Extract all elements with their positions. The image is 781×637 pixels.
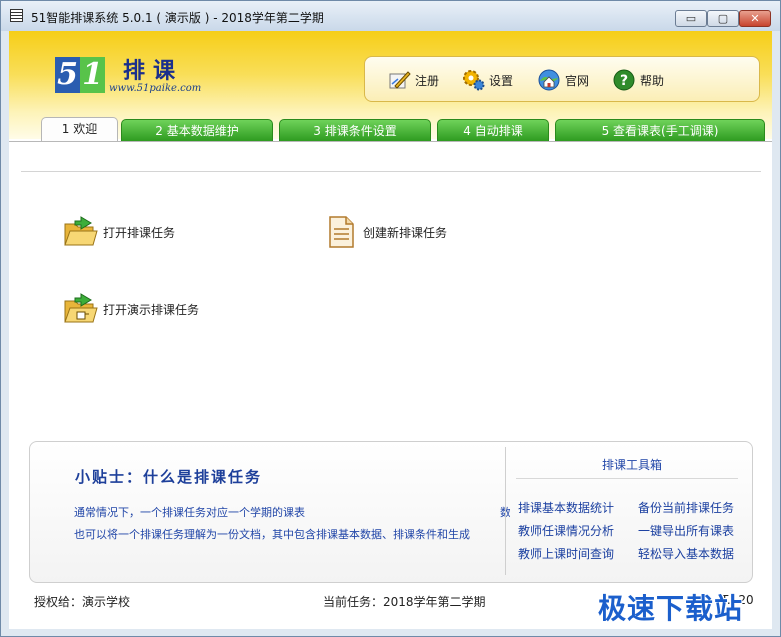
open-task-button[interactable]: 打开排课任务 — [63, 214, 175, 250]
tab-view-timetable[interactable]: 5 查看课表(手工调课) — [555, 119, 765, 141]
top-toolbar: 注册 设置 官网 ? 帮助 — [364, 56, 760, 102]
logo-digit-1: 1 — [80, 57, 105, 93]
logo-51: 5 1 — [55, 57, 105, 93]
status-licensed: 授权给：演示学校 — [34, 595, 131, 609]
open-folder-icon — [64, 216, 98, 246]
link-teacher-analysis[interactable]: 教师任课情况分析 — [518, 522, 614, 539]
logo-digit-5: 5 — [55, 57, 80, 93]
tips-line-2: 也可以将一个排课任务理解为一份文档，其中包含排课基本数据、排课条件和生成 — [74, 528, 470, 541]
app-window: 51智能排课系统 5.0.1 ( 演示版 ) - 2018学年第二学期 ▭ ▢ … — [0, 0, 781, 637]
tips-body: 通常情况下，一个排课任务对应一个学期的课表 也可以将一个排课任务理解为一份文档，… — [74, 502, 510, 546]
register-pen-icon — [389, 71, 411, 89]
app-icon — [10, 9, 23, 22]
help-icon: ? — [613, 69, 635, 91]
register-button[interactable]: 注册 — [387, 67, 439, 93]
window-title: 51智能排课系统 5.0.1 ( 演示版 ) - 2018学年第二学期 — [31, 11, 324, 25]
main-tabs: 1 欢迎 2 基本数据维护 3 排课条件设置 4 自动排课 5 查看课表(手工调… — [9, 117, 772, 142]
settings-label: 设置 — [489, 73, 514, 88]
tips-divider — [505, 447, 506, 575]
open-demo-task-label: 打开演示排课任务 — [103, 302, 200, 317]
content-divider — [21, 171, 761, 172]
tips-title: 小贴士：什么是排课任务 — [75, 468, 263, 486]
link-teacher-time[interactable]: 教师上课时间查询 — [518, 545, 614, 562]
logo-text: 排课 — [123, 58, 184, 84]
website-label: 官网 — [565, 73, 590, 88]
logo-url: www.51paike.com — [109, 83, 202, 94]
new-task-label: 创建新排课任务 — [363, 225, 448, 240]
close-button[interactable]: ✕ — [739, 10, 771, 27]
new-document-icon — [329, 216, 354, 248]
minimize-button[interactable]: ▭ — [675, 10, 707, 27]
link-import-data[interactable]: 轻松导入基本数据 — [638, 545, 734, 562]
link-backup-task[interactable]: 备份当前排课任务 — [638, 499, 734, 516]
gear-icon — [463, 70, 485, 91]
open-task-label: 打开排课任务 — [103, 225, 176, 240]
toolbox-rule — [516, 478, 738, 479]
toolbox-title: 排课工具箱 — [601, 458, 662, 472]
tab-baseline — [9, 141, 772, 142]
new-task-button[interactable]: 创建新排课任务 — [323, 214, 447, 250]
svg-text:?: ? — [620, 73, 628, 89]
tab-conditions[interactable]: 3 排课条件设置 — [279, 119, 431, 141]
link-data-stats[interactable]: 排课基本数据统计 — [518, 499, 614, 516]
register-label: 注册 — [415, 73, 440, 88]
help-button[interactable]: ? 帮助 — [612, 67, 664, 93]
header-banner: 5 1 排课 www.51paike.com 注册 设置 官网 ? 帮助 1 欢… — [9, 31, 772, 142]
tips-panel: 小贴士：什么是排课任务 通常情况下，一个排课任务对应一个学期的课表 也可以将一个… — [29, 441, 753, 583]
tab-basic-data[interactable]: 2 基本数据维护 — [121, 119, 273, 141]
home-globe-icon — [538, 69, 560, 91]
settings-button[interactable]: 设置 — [461, 67, 513, 93]
maximize-button[interactable]: ▢ — [707, 10, 739, 27]
tab-auto-schedule[interactable]: 4 自动排课 — [437, 119, 549, 141]
open-demo-folder-icon — [64, 293, 98, 323]
link-export-all[interactable]: 一键导出所有课表 — [638, 522, 734, 539]
website-button[interactable]: 官网 — [537, 67, 589, 93]
watermark: 极速下载站 — [598, 592, 744, 625]
open-demo-task-button[interactable]: 打开演示排课任务 — [63, 291, 199, 327]
status-current-task: 当前任务：2018学年第二学期 — [323, 595, 486, 609]
help-label: 帮助 — [640, 73, 665, 88]
title-bar[interactable]: 51智能排课系统 5.0.1 ( 演示版 ) - 2018学年第二学期 ▭ ▢ … — [1, 1, 780, 31]
tab-welcome[interactable]: 1 欢迎 — [41, 117, 118, 142]
tips-line-1: 通常情况下，一个排课任务对应一个学期的课表 — [74, 506, 305, 519]
client-area: 5 1 排课 www.51paike.com 注册 设置 官网 ? 帮助 1 欢… — [9, 31, 772, 629]
